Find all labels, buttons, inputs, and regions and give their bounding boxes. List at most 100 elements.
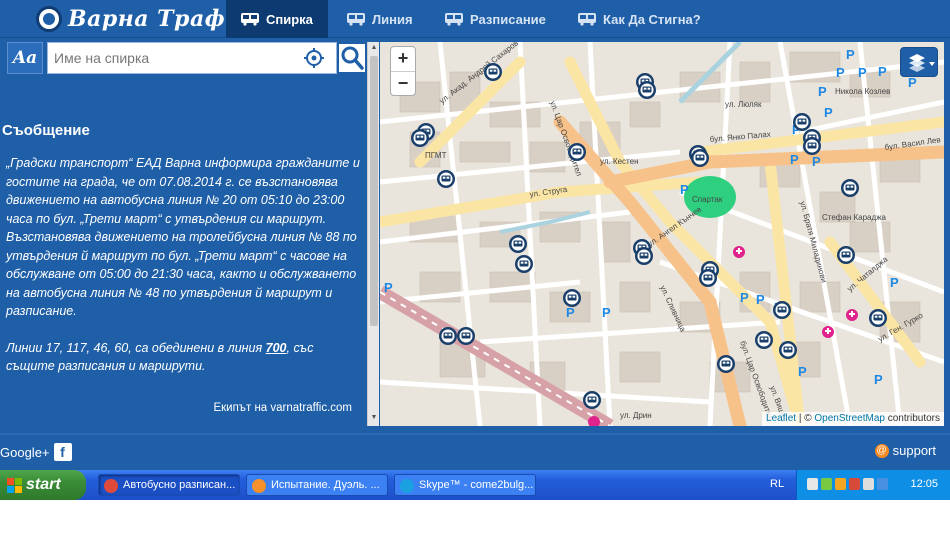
message-body: „Градски транспорт“ ЕАД Варна информира … — [6, 154, 361, 394]
taskbar-item-chrome[interactable]: Автобусно разписан... — [98, 474, 240, 496]
locate-icon[interactable] — [303, 47, 325, 69]
task-label: Skype™ - come2bulg... — [419, 479, 534, 491]
support-label: support — [892, 443, 936, 458]
bus-stop-marker[interactable] — [437, 170, 455, 188]
zoom-out-button[interactable]: − — [391, 71, 415, 95]
bus-stop-marker[interactable] — [773, 301, 791, 319]
language-indicator[interactable]: RL — [770, 478, 784, 490]
layers-button[interactable] — [900, 47, 938, 77]
message-paragraph: Линии 17, 117, 46, 60, са обединени в ли… — [6, 339, 361, 376]
bus-stop-marker[interactable] — [411, 129, 429, 147]
task-label: Испытание. Дуэль. ... — [271, 479, 380, 491]
bus-stop-marker[interactable] — [793, 113, 811, 131]
zoom-in-button[interactable]: + — [391, 47, 415, 71]
bus-stop-marker[interactable] — [563, 289, 581, 307]
volume-icon[interactable] — [863, 478, 874, 490]
bus-icon — [445, 13, 463, 26]
bus-stop-marker[interactable] — [755, 331, 773, 349]
message-paragraph: „Градски транспорт“ ЕАД Варна информира … — [6, 156, 360, 318]
antivirus-icon[interactable] — [849, 478, 860, 490]
taskbar-item-skype[interactable]: Skype™ - come2bulg... — [394, 474, 536, 496]
map-tiles[interactable]: ул. Акад. Андрей Сахаровул. Цар Освободи… — [380, 42, 944, 426]
scroll-thumb[interactable] — [370, 56, 378, 326]
facebook-icon[interactable]: f — [53, 443, 72, 461]
security-icon[interactable] — [821, 478, 832, 490]
updates-icon[interactable] — [835, 478, 846, 490]
map-view[interactable]: ул. Акад. Андрей Сахаров ул. Цар Освободи… — [380, 42, 944, 426]
message-text: Линии 17, 117, 46, 60, са обединени в ли… — [6, 340, 266, 355]
bus-stop-marker[interactable] — [638, 81, 656, 99]
panel-scrollbar[interactable]: ▲ ▼ — [367, 42, 379, 426]
svg-text:P: P — [602, 305, 611, 320]
team-credit: Екипът на varnatraffic.com — [213, 402, 352, 414]
varna-traffic-app: Варна Трафик Спирка Линия Разписание Как… — [0, 0, 950, 500]
tab-schedule[interactable]: Разписание — [444, 0, 546, 38]
attribution-separator: | © — [796, 413, 815, 424]
bus-stop-marker[interactable] — [457, 327, 475, 345]
street-label: Никола Козлев — [835, 87, 890, 96]
search-icon[interactable] — [339, 44, 365, 72]
bus-stop-marker[interactable] — [583, 391, 601, 409]
taskbar-item-firefox[interactable]: Испытание. Дуэль. ... — [246, 474, 388, 496]
line-700-link[interactable]: 700 — [266, 341, 287, 355]
svg-text:P: P — [384, 280, 393, 295]
svg-text:P: P — [566, 305, 575, 320]
bus-stop-marker[interactable] — [803, 137, 821, 155]
bus-stop-marker[interactable] — [484, 63, 502, 81]
google-plus-label: Google+ — [0, 444, 50, 460]
firefox-icon — [252, 479, 266, 493]
skype-tray-icon[interactable] — [877, 478, 888, 490]
svg-text:P: P — [756, 292, 765, 307]
svg-text:P: P — [818, 84, 827, 99]
bus-stop-marker[interactable] — [568, 143, 586, 161]
clock: 12:05 — [910, 478, 938, 490]
scroll-down-icon[interactable]: ▼ — [370, 414, 378, 422]
skype-icon — [400, 479, 414, 493]
bus-stop-marker[interactable] — [439, 327, 457, 345]
bus-stop-marker[interactable] — [635, 247, 653, 265]
svg-text:P: P — [846, 47, 855, 62]
bus-stop-marker[interactable] — [509, 235, 527, 253]
street-label: ул. Дрин — [620, 411, 652, 420]
text-search-mode-button[interactable]: Aa — [7, 42, 43, 74]
bus-stop-marker[interactable] — [691, 149, 709, 167]
svg-text:P: P — [836, 65, 845, 80]
network-icon[interactable] — [807, 478, 818, 490]
svg-text:P: P — [874, 372, 883, 387]
svg-text:P: P — [798, 364, 807, 379]
google-plus-link[interactable]: Google+ f — [0, 443, 72, 461]
brand[interactable]: Варна Трафик — [36, 4, 257, 34]
top-navigation: Варна Трафик Спирка Линия Разписание Как… — [0, 0, 950, 38]
map-attribution: Leaflet | © OpenStreetMap contributors — [762, 412, 944, 426]
left-panel: Aa Съобщение „Градски транспорт“ ЕАД Вар… — [0, 38, 366, 433]
tab-stop[interactable]: Спирка — [226, 0, 328, 38]
street-label: Спартак — [692, 195, 723, 204]
at-icon: @ — [874, 443, 889, 458]
bus-stop-marker[interactable] — [869, 309, 887, 327]
bus-stop-marker[interactable] — [779, 341, 797, 359]
svg-text:P: P — [680, 182, 689, 197]
street-label: ул. Кестен — [600, 157, 639, 166]
tab-line-label: Линия — [372, 11, 413, 27]
osm-link[interactable]: OpenStreetMap — [814, 413, 885, 424]
tab-directions[interactable]: Как Да Стигна? — [577, 0, 701, 38]
layers-icon — [909, 54, 935, 72]
bus-stop-marker[interactable] — [515, 255, 533, 273]
task-label: Автобусно разписан... — [123, 479, 236, 491]
system-tray: 12:05 — [796, 470, 950, 500]
bus-icon — [578, 13, 596, 26]
bus-stop-marker[interactable] — [841, 179, 859, 197]
start-button[interactable]: start — [0, 470, 86, 500]
scroll-up-icon[interactable]: ▲ — [370, 44, 378, 52]
bus-stop-marker[interactable] — [717, 355, 735, 373]
svg-text:P: P — [890, 275, 899, 290]
support-link[interactable]: @ support — [874, 443, 936, 458]
footer: Google+ f @ support — [0, 433, 950, 469]
stop-search-input[interactable] — [47, 42, 337, 74]
bus-stop-marker[interactable] — [837, 246, 855, 264]
tab-line[interactable]: Линия — [346, 0, 413, 38]
bus-stop-marker[interactable] — [699, 269, 717, 287]
chrome-icon — [104, 479, 118, 493]
leaflet-link[interactable]: Leaflet — [766, 413, 796, 424]
windows-logo-icon — [7, 478, 22, 493]
